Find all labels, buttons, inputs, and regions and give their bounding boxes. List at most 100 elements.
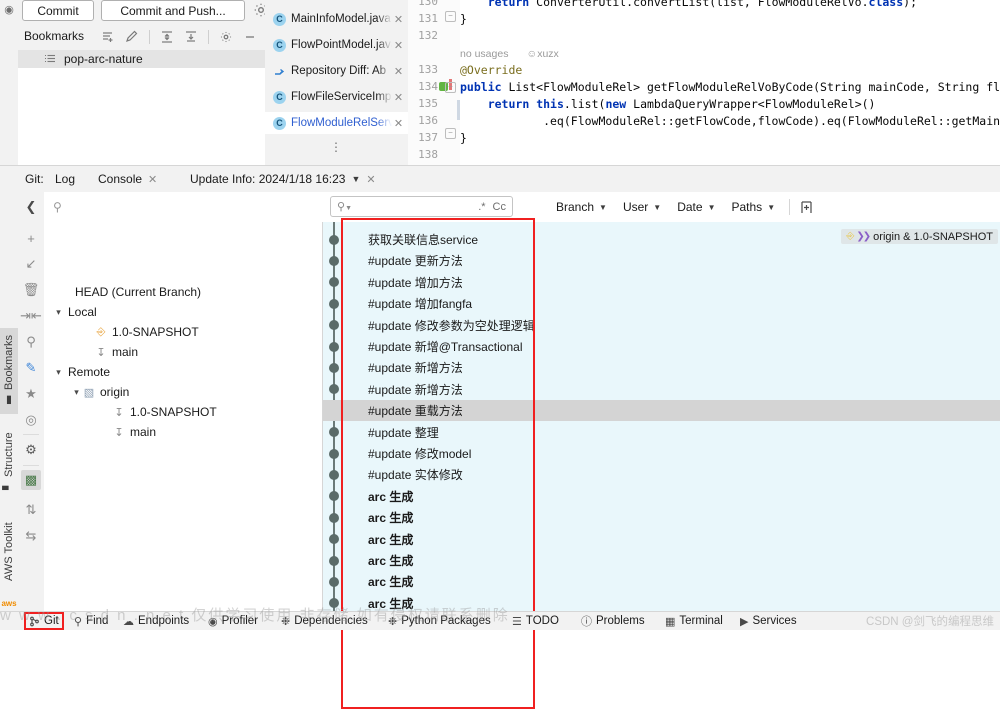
- java-class-icon: C: [273, 12, 286, 26]
- status-profiler-button[interactable]: ◉ Profiler: [208, 612, 258, 630]
- commit-and-push-button[interactable]: Commit and Push...: [101, 0, 245, 21]
- status-problems-button[interactable]: ⓘ Problems: [581, 612, 645, 630]
- add-bookmark-list-icon[interactable]: [98, 27, 118, 47]
- fold-icon[interactable]: −: [445, 82, 456, 93]
- close-icon[interactable]: ✕: [392, 117, 405, 130]
- endpoints-icon: ☁: [123, 615, 134, 628]
- filter-paths[interactable]: Paths ▼: [724, 200, 784, 214]
- editor-tab-flowfileserviceimpl[interactable]: C FlowFileServiceImpl ✕: [265, 86, 408, 108]
- fold-icon[interactable]: −: [445, 128, 456, 139]
- folder-icon[interactable]: ▩: [21, 470, 41, 490]
- editor-tab-maininfomodel[interactable]: C MainInfoModel.java ✕: [265, 8, 408, 30]
- case-sensitive-toggle[interactable]: Cc: [493, 201, 506, 213]
- search-icon[interactable]: ⚲: [21, 332, 41, 352]
- status-todo-button[interactable]: ☰ TODO: [512, 612, 559, 630]
- edit-icon[interactable]: [122, 27, 142, 47]
- chevron-down-icon[interactable]: ▾: [53, 367, 64, 378]
- star-icon[interactable]: ★: [21, 384, 41, 404]
- commit-row[interactable]: #update 实体修改: [323, 464, 1000, 485]
- open-new-tab-icon[interactable]: [796, 198, 816, 216]
- rail-item-structure[interactable]: ▘ Structure: [0, 421, 18, 501]
- more-vertical-icon[interactable]: ⋮: [265, 140, 408, 160]
- editor-tab-flowmodulerelserv[interactable]: C FlowModuleRelServ ✕: [265, 112, 408, 134]
- commit-row[interactable]: #update 更新方法: [323, 250, 1000, 271]
- commit-row[interactable]: arc 生成: [323, 507, 1000, 528]
- chevron-left-icon[interactable]: ❮: [18, 192, 44, 222]
- branch-label: main: [112, 345, 139, 359]
- trash-icon[interactable]: 🗑: [21, 280, 41, 300]
- collapse-all-icon[interactable]: [181, 27, 201, 47]
- edit-branch-icon[interactable]: ✎: [21, 358, 41, 378]
- filter-paths-label: Paths: [731, 200, 763, 214]
- chevron-down-icon[interactable]: ▾: [53, 307, 64, 318]
- filter-date[interactable]: Date ▼: [669, 200, 723, 214]
- target-icon[interactable]: ◎: [21, 410, 41, 430]
- plus-icon[interactable]: +: [21, 228, 41, 248]
- status-dependencies-button[interactable]: ❉ Dependencies: [281, 612, 368, 630]
- editor-tab-repository-diff[interactable]: Repository Diff: Ab ✕: [265, 60, 408, 82]
- log-search-input[interactable]: ⚲▼ .* Cc: [330, 196, 513, 217]
- tab-log[interactable]: Log: [55, 166, 76, 194]
- code-editor[interactable]: return ConverterUtil.convertList(list, F…: [460, 0, 1000, 165]
- branch-tree-row-remote[interactable]: ▾ Remote: [44, 362, 331, 382]
- commit-row[interactable]: arc 生成: [323, 529, 1000, 550]
- gear-icon[interactable]: ⚙: [21, 440, 41, 460]
- close-icon[interactable]: ✕: [392, 91, 405, 104]
- close-icon[interactable]: ✕: [392, 65, 405, 78]
- commit-row[interactable]: #update 重载方法: [323, 400, 1000, 422]
- chevron-down-icon[interactable]: ▼: [351, 174, 360, 184]
- minimize-icon[interactable]: [240, 27, 260, 47]
- status-python-packages-button[interactable]: ❉ Python Packages: [388, 612, 491, 630]
- fold-icon[interactable]: −: [445, 11, 456, 22]
- close-icon[interactable]: ✕: [392, 39, 405, 52]
- commit-row[interactable]: arc 生成: [323, 593, 1000, 612]
- commit-row[interactable]: #update 增加方法: [323, 272, 1000, 293]
- close-icon[interactable]: ✕: [392, 13, 405, 26]
- origin-branch-badge[interactable]: ⎆ ❯❯ origin & 1.0-SNAPSHOT: [841, 229, 998, 244]
- line-number: 132: [418, 29, 438, 42]
- commit-row[interactable]: #update 增加fangfa: [323, 293, 1000, 314]
- regex-toggle[interactable]: .*: [478, 201, 485, 213]
- tab-console[interactable]: Console ✕: [98, 166, 157, 192]
- branch-tree-row-local[interactable]: ▾ Local: [44, 302, 331, 322]
- collapse-all-icon[interactable]: ⇆: [21, 526, 41, 546]
- git-label: Git:: [25, 172, 44, 186]
- commit-row[interactable]: #update 修改model: [323, 443, 1000, 464]
- rail-item-aws-toolkit[interactable]: AWS Toolkit: [0, 508, 18, 596]
- vcs-widget-icon[interactable]: ◉: [3, 4, 15, 16]
- status-git-button[interactable]: Git: [24, 612, 64, 630]
- commit-row[interactable]: #update 新增方法: [323, 357, 1000, 378]
- commit-row[interactable]: #update 修改参数为空处理逻辑: [323, 315, 1000, 336]
- commit-row[interactable]: #update 整理: [323, 422, 1000, 443]
- status-find-button[interactable]: ⚲ Find: [74, 612, 108, 630]
- arrow-down-left-icon[interactable]: ↙: [21, 254, 41, 274]
- branch-tree-row-origin[interactable]: ▾ ▧ origin: [44, 382, 349, 402]
- bookmark-list-item[interactable]: pop-arc-nature: [18, 50, 265, 68]
- chevron-down-icon[interactable]: ▾: [71, 387, 82, 398]
- commit-row[interactable]: arc 生成: [323, 571, 1000, 592]
- bookmarks-list: pop-arc-nature: [18, 50, 265, 165]
- commit-row[interactable]: #update 新增@Transactional: [323, 336, 1000, 357]
- commit-row[interactable]: #update 新增方法: [323, 379, 1000, 400]
- close-icon[interactable]: ✕: [148, 173, 157, 186]
- branch-search-input[interactable]: ⚲: [44, 195, 326, 218]
- commit-row[interactable]: arc 生成: [323, 550, 1000, 571]
- rail-item-bookmarks[interactable]: ▮ Bookmarks: [0, 328, 18, 414]
- commit-row[interactable]: arc 生成: [323, 486, 1000, 507]
- expand-all-icon[interactable]: [157, 27, 177, 47]
- gear-icon[interactable]: [216, 27, 236, 47]
- close-icon[interactable]: ✕: [366, 173, 375, 186]
- status-terminal-button[interactable]: ▦ Terminal: [665, 612, 723, 630]
- status-services-button[interactable]: ▶ Services: [740, 612, 797, 630]
- origin-badge-label: origin & 1.0-SNAPSHOT: [873, 230, 993, 243]
- branch-tree-row-head[interactable]: HEAD (Current Branch): [44, 282, 349, 302]
- commit-list[interactable]: 获取关联信息service #update 更新方法 #update 增加方法 #up…: [323, 222, 1000, 612]
- status-endpoints-button[interactable]: ☁ Endpoints: [123, 612, 189, 630]
- expand-all-icon[interactable]: ⇅: [21, 500, 41, 520]
- filter-user[interactable]: User ▼: [615, 200, 669, 214]
- filter-branch[interactable]: Branch ▼: [548, 200, 615, 214]
- commit-button[interactable]: Commit: [22, 0, 94, 21]
- editor-tab-flowpointmodel[interactable]: C FlowPointModel.java ✕: [265, 34, 408, 56]
- collapse-arrows-icon[interactable]: ⇥⇤: [20, 306, 42, 326]
- tab-update-info[interactable]: Update Info: 2024/1/18 16:23 ▼ ✕: [190, 166, 376, 192]
